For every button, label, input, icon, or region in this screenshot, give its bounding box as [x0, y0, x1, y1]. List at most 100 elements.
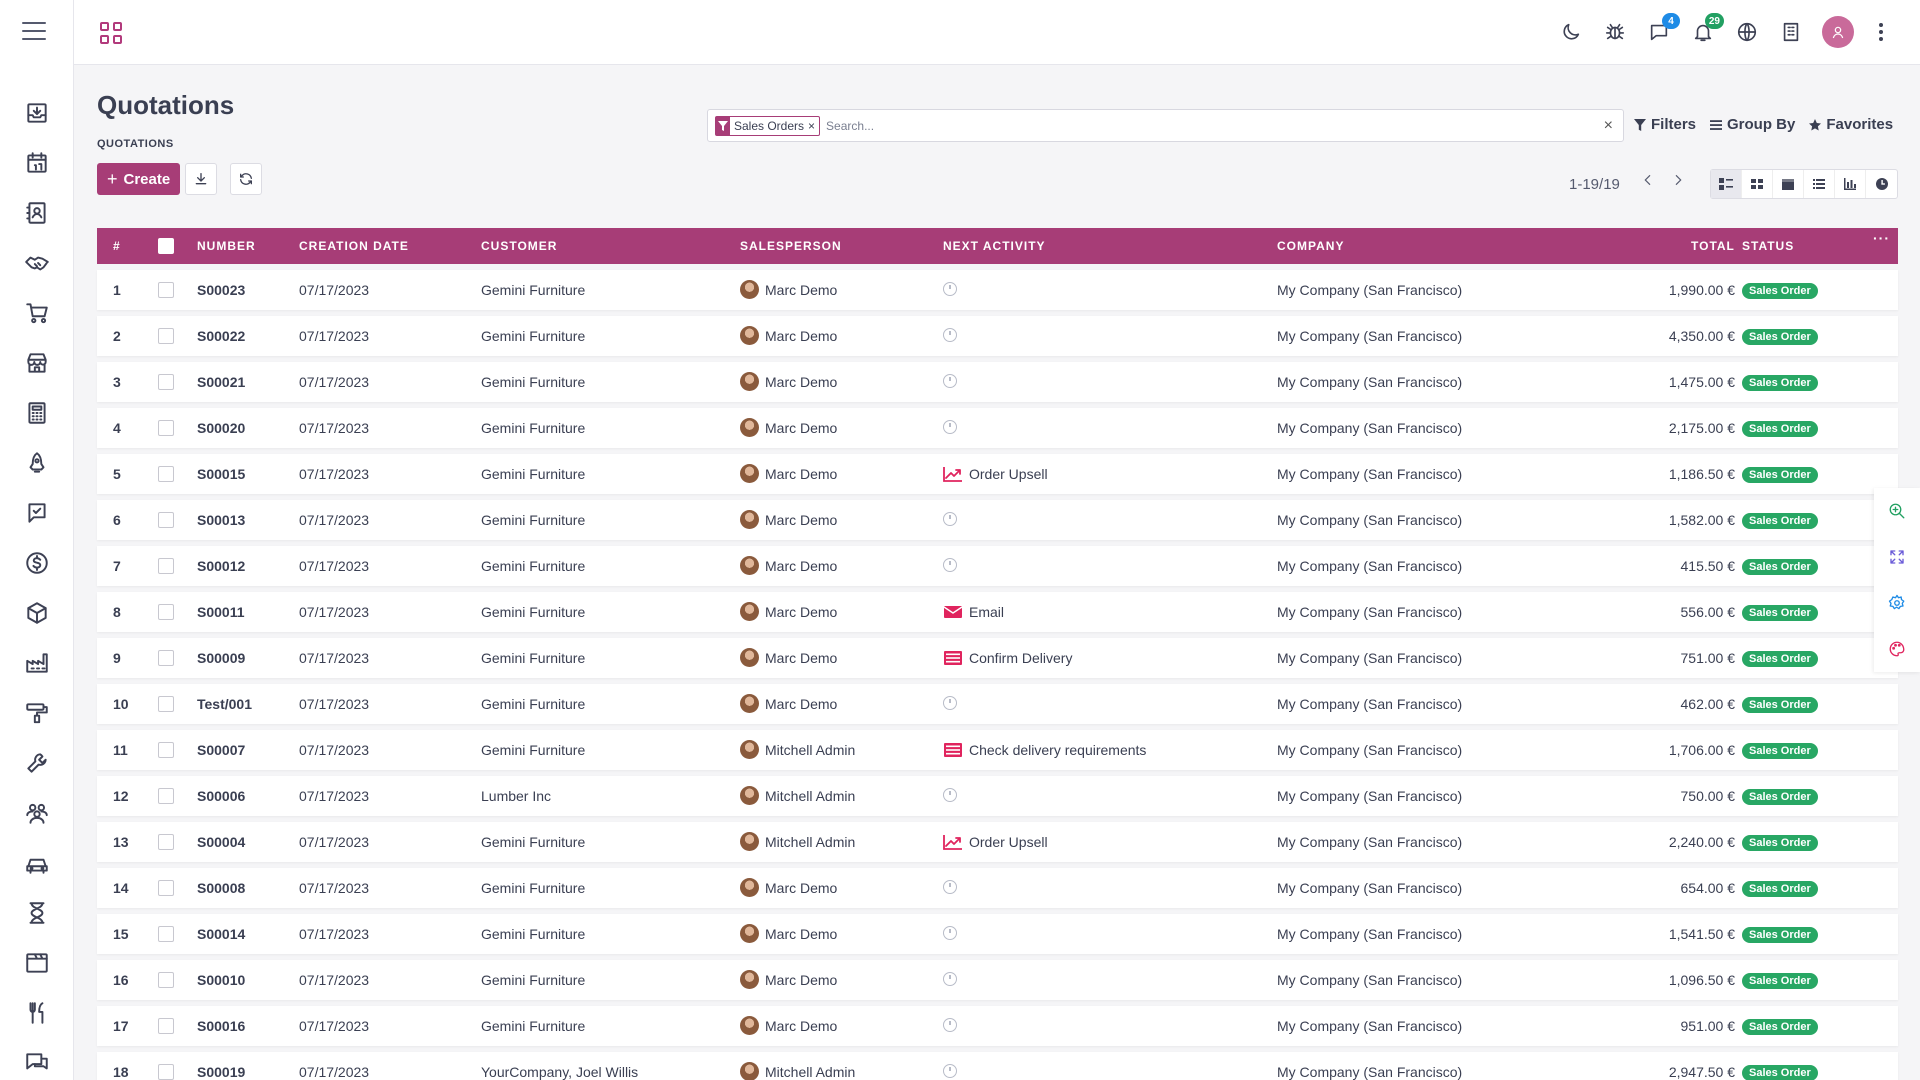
- expand-icon[interactable]: [1874, 534, 1920, 580]
- row-checkbox[interactable]: [158, 1064, 174, 1080]
- search-facet[interactable]: Sales Orders ×: [715, 115, 821, 136]
- row-checkbox[interactable]: [158, 420, 174, 436]
- table-row[interactable]: 11 S00007 07/17/2023 Gemini Furniture Mitche…: [97, 730, 1898, 770]
- notification-bell-icon[interactable]: 29: [1690, 13, 1724, 45]
- table-row[interactable]: 14 S00008 07/17/2023 Gemini Furniture Marc D…: [97, 868, 1898, 908]
- row-checkbox[interactable]: [158, 696, 174, 712]
- search-input[interactable]: [826, 118, 1587, 133]
- row-checkbox[interactable]: [158, 512, 174, 528]
- activity-clock-icon[interactable]: [943, 972, 957, 986]
- column-header-creation-date[interactable]: CREATION DATE: [299, 239, 409, 253]
- sidebar-app-cart-icon[interactable]: [0, 288, 74, 338]
- salesperson-avatar[interactable]: [740, 602, 759, 621]
- settings-icon[interactable]: [1874, 580, 1920, 626]
- sidebar-app-contacts-icon[interactable]: [0, 188, 74, 238]
- sidebar-app-chat-bubbles-icon[interactable]: [0, 1038, 74, 1080]
- create-button[interactable]: + Create: [97, 163, 181, 195]
- salesperson-avatar[interactable]: [740, 1062, 759, 1080]
- table-row[interactable]: 3 S00021 07/17/2023 Gemini Furniture Marc De…: [97, 362, 1898, 402]
- column-header-salesperson[interactable]: SALESPERSON: [740, 239, 842, 253]
- sidebar-app-browser-icon[interactable]: [0, 938, 74, 988]
- table-view-button[interactable]: [1804, 170, 1835, 198]
- salesperson-avatar[interactable]: [740, 326, 759, 345]
- activity-view-button[interactable]: [1866, 170, 1897, 198]
- company-switch-icon[interactable]: [1778, 19, 1804, 45]
- table-row[interactable]: 12 S00006 07/17/2023 Lumber Inc Mitchell Adm…: [97, 776, 1898, 816]
- palette-icon[interactable]: [1874, 626, 1920, 672]
- activity-clock-icon[interactable]: [943, 926, 957, 940]
- row-checkbox[interactable]: [158, 374, 174, 390]
- pager-previous-icon[interactable]: [1640, 172, 1656, 188]
- row-checkbox[interactable]: [158, 972, 174, 988]
- sidebar-app-rocket-icon[interactable]: [0, 438, 74, 488]
- row-checkbox[interactable]: [158, 880, 174, 896]
- table-row[interactable]: 4 S00020 07/17/2023 Gemini Furniture Marc De…: [97, 408, 1898, 448]
- sidebar-app-handshake-icon[interactable]: [0, 238, 74, 288]
- table-row[interactable]: 9 S00009 07/17/2023 Gemini Furniture Marc De…: [97, 638, 1898, 678]
- kanban-view-button[interactable]: [1742, 170, 1773, 198]
- debug-bug-icon[interactable]: [1602, 19, 1628, 45]
- language-globe-icon[interactable]: [1734, 19, 1760, 45]
- graph-view-button[interactable]: [1835, 170, 1866, 198]
- activity-type-icon[interactable]: [943, 742, 963, 758]
- activity-type-icon[interactable]: [943, 466, 963, 482]
- salesperson-avatar[interactable]: [740, 648, 759, 667]
- table-row[interactable]: 16 S00010 07/17/2023 Gemini Furniture Marc D…: [97, 960, 1898, 1000]
- activity-clock-icon[interactable]: [943, 696, 957, 710]
- salesperson-avatar[interactable]: [740, 832, 759, 851]
- calendar-view-button[interactable]: [1773, 170, 1804, 198]
- row-checkbox[interactable]: [158, 282, 174, 298]
- row-checkbox[interactable]: [158, 742, 174, 758]
- salesperson-avatar[interactable]: [740, 694, 759, 713]
- sidebar-app-box-icon[interactable]: [0, 588, 74, 638]
- activity-type-icon[interactable]: [943, 604, 963, 620]
- salesperson-avatar[interactable]: [740, 280, 759, 299]
- sidebar-app-store-icon[interactable]: [0, 338, 74, 388]
- group-by-toggle[interactable]: Group By: [1710, 116, 1795, 133]
- more-options-icon[interactable]: [1872, 23, 1890, 41]
- salesperson-avatar[interactable]: [740, 418, 759, 437]
- activity-clock-icon[interactable]: [943, 328, 957, 342]
- column-header-company[interactable]: COMPANY: [1277, 239, 1344, 253]
- column-header-number[interactable]: NUMBER: [197, 239, 256, 253]
- optional-columns-icon[interactable]: ···: [1873, 230, 1890, 246]
- zoom-icon[interactable]: [1874, 488, 1920, 534]
- row-checkbox[interactable]: [158, 558, 174, 574]
- activity-clock-icon[interactable]: [943, 374, 957, 388]
- sidebar-app-chat-check-icon[interactable]: [0, 488, 74, 538]
- salesperson-avatar[interactable]: [740, 878, 759, 897]
- activity-clock-icon[interactable]: [943, 880, 957, 894]
- activity-clock-icon[interactable]: [943, 1018, 957, 1032]
- table-row[interactable]: 5 S00015 07/17/2023 Gemini Furniture Marc De…: [97, 454, 1898, 494]
- salesperson-avatar[interactable]: [740, 970, 759, 989]
- salesperson-avatar[interactable]: [740, 372, 759, 391]
- activity-clock-icon[interactable]: [943, 788, 957, 802]
- sidebar-app-calendar-icon[interactable]: [0, 138, 74, 188]
- activity-clock-icon[interactable]: [943, 1064, 957, 1078]
- sidebar-app-team-icon[interactable]: [0, 788, 74, 838]
- sidebar-app-wrench-icon[interactable]: [0, 738, 74, 788]
- activity-type-icon[interactable]: [943, 650, 963, 666]
- dark-mode-icon[interactable]: [1558, 19, 1584, 45]
- list-view-button[interactable]: [1711, 170, 1742, 198]
- table-row[interactable]: 7 S00012 07/17/2023 Gemini Furniture Marc De…: [97, 546, 1898, 586]
- row-checkbox[interactable]: [158, 788, 174, 804]
- column-header-status[interactable]: STATUS: [1742, 239, 1794, 253]
- apps-grid-icon[interactable]: [100, 22, 122, 44]
- table-row[interactable]: 17 S00016 07/17/2023 Gemini Furniture Marc D…: [97, 1006, 1898, 1046]
- row-checkbox[interactable]: [158, 466, 174, 482]
- activity-clock-icon[interactable]: [943, 282, 957, 296]
- salesperson-avatar[interactable]: [740, 1016, 759, 1035]
- salesperson-avatar[interactable]: [740, 740, 759, 759]
- row-checkbox[interactable]: [158, 834, 174, 850]
- search-clear-icon[interactable]: ×: [1604, 117, 1613, 135]
- user-avatar[interactable]: [1822, 16, 1854, 48]
- activity-clock-icon[interactable]: [943, 512, 957, 526]
- sidebar-app-factory-icon[interactable]: [0, 638, 74, 688]
- salesperson-avatar[interactable]: [740, 556, 759, 575]
- sidebar-app-dollar-icon[interactable]: [0, 538, 74, 588]
- activity-type-icon[interactable]: [943, 834, 963, 850]
- table-row[interactable]: 13 S00004 07/17/2023 Gemini Furniture Mitche…: [97, 822, 1898, 862]
- salesperson-avatar[interactable]: [740, 786, 759, 805]
- row-checkbox[interactable]: [158, 650, 174, 666]
